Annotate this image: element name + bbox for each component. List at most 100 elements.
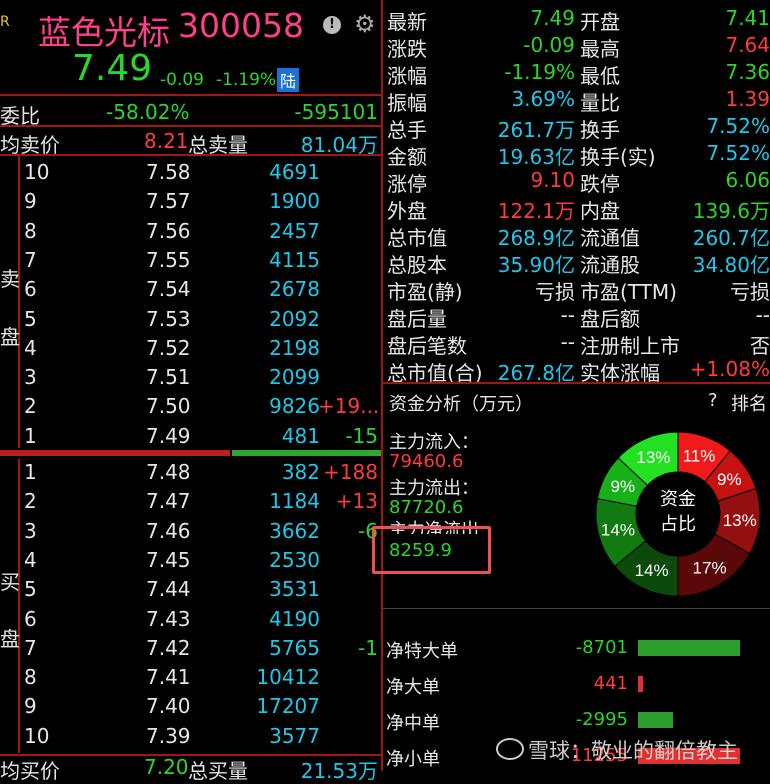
book-price: 7.46 bbox=[146, 518, 191, 543]
book-change: +19... bbox=[318, 394, 378, 419]
book-price: 7.56 bbox=[146, 218, 191, 243]
stat-value: 260.7亿 bbox=[692, 226, 770, 250]
inflow-value: 79460.6 bbox=[389, 451, 464, 472]
stat-value: 否 bbox=[750, 334, 770, 358]
sell-side-label-1: 卖 bbox=[0, 267, 20, 291]
stat-label: 总手 bbox=[387, 118, 427, 142]
book-price: 7.39 bbox=[146, 723, 191, 748]
flow-label: 净中单 bbox=[386, 713, 440, 734]
donut-slice-label: 9% bbox=[717, 470, 742, 489]
book-change: -1 bbox=[358, 635, 378, 660]
book-level: 9 bbox=[24, 694, 37, 719]
book-level: 6 bbox=[24, 277, 37, 302]
book-level: 2 bbox=[24, 489, 37, 514]
stat-label: 注册制上市 bbox=[580, 334, 680, 358]
book-price: 7.53 bbox=[146, 306, 191, 331]
book-volume: 5765 bbox=[269, 635, 320, 660]
book-volume: 382 bbox=[281, 460, 320, 484]
stat-label: 外盘 bbox=[387, 199, 427, 223]
watermark: 雪球：敬业的翻倍教主 bbox=[496, 735, 738, 765]
book-volume: 2092 bbox=[269, 306, 320, 331]
stat-value: 7.41 bbox=[725, 6, 770, 30]
stat-label: 最新 bbox=[387, 10, 427, 34]
book-level: 8 bbox=[24, 665, 37, 690]
stat-value: 7.52% bbox=[706, 114, 770, 138]
hk-connect-badge: 陆 bbox=[277, 68, 300, 92]
avg-sell-price: 8.21 bbox=[144, 129, 189, 153]
stat-value: 35.90亿 bbox=[497, 253, 575, 277]
book-price: 7.48 bbox=[146, 460, 191, 484]
stock-code: 300058 bbox=[178, 6, 304, 45]
book-price: 7.42 bbox=[146, 635, 191, 660]
stat-label: 流通值 bbox=[580, 226, 640, 250]
stat-value: 9.10 bbox=[530, 168, 575, 192]
book-change: -15 bbox=[345, 423, 378, 448]
book-change: +13 bbox=[335, 489, 378, 514]
book-level: 9 bbox=[24, 189, 37, 214]
donut-slice-label: 11% bbox=[683, 447, 716, 466]
gear-icon[interactable]: ⚙ bbox=[354, 12, 376, 36]
book-volume: 3662 bbox=[269, 518, 320, 543]
stat-label: 金额 bbox=[387, 145, 427, 169]
book-price: 7.51 bbox=[146, 365, 191, 390]
book-volume: 9826 bbox=[269, 394, 320, 419]
stat-value: +1.08% bbox=[689, 357, 770, 381]
help-icon[interactable]: ? bbox=[708, 390, 718, 411]
flow-value: -8701 bbox=[575, 637, 628, 658]
book-price: 7.49 bbox=[146, 423, 191, 448]
snowball-logo-icon bbox=[496, 738, 524, 760]
stat-value: 3.69% bbox=[511, 87, 575, 111]
highlight-box bbox=[372, 526, 491, 574]
stat-label: 振幅 bbox=[387, 91, 427, 115]
rank-button[interactable]: 排名 bbox=[731, 390, 767, 416]
stat-label: 市盈(静) bbox=[387, 280, 463, 304]
stat-value: 7.64 bbox=[725, 33, 770, 57]
book-price: 7.41 bbox=[146, 665, 191, 690]
stat-label: 最低 bbox=[580, 64, 620, 88]
book-volume: 3531 bbox=[269, 577, 320, 602]
donut-center-1: 资金 bbox=[660, 489, 696, 509]
donut-slice-label: 9% bbox=[610, 477, 635, 496]
book-volume: 2198 bbox=[269, 335, 320, 360]
stat-value: 268.9亿 bbox=[497, 226, 575, 250]
stat-value: 1.39 bbox=[725, 87, 770, 111]
stat-value: 亏损 bbox=[535, 280, 575, 304]
info-icon[interactable]: ! bbox=[323, 16, 341, 34]
donut-center-2: 占比 bbox=[660, 514, 696, 534]
donut-slice-label: 17% bbox=[693, 558, 727, 577]
stat-value: 7.36 bbox=[725, 60, 770, 84]
stat-label: 换手 bbox=[580, 118, 620, 142]
flow-value: 441 bbox=[593, 673, 628, 694]
book-volume: 10412 bbox=[256, 665, 320, 690]
book-volume: 2099 bbox=[269, 365, 320, 390]
book-level: 6 bbox=[24, 606, 37, 631]
book-level: 4 bbox=[24, 335, 37, 360]
book-level: 1 bbox=[24, 423, 37, 448]
capital-title: 资金分析（万元） bbox=[389, 394, 533, 415]
stat-value: 亏损 bbox=[730, 280, 770, 304]
flow-bar bbox=[638, 676, 643, 692]
book-level: 1 bbox=[24, 460, 37, 484]
book-price: 7.43 bbox=[146, 606, 191, 631]
stock-name: 蓝色光标 bbox=[38, 13, 170, 52]
buy-side-label-2: 盘 bbox=[0, 627, 20, 651]
book-level: 3 bbox=[24, 518, 37, 543]
flow-bar bbox=[638, 712, 673, 728]
stat-label: 流通股 bbox=[580, 253, 640, 277]
stat-label: 换手(实) bbox=[580, 145, 656, 169]
stat-value: 261.7万 bbox=[497, 118, 575, 142]
stat-value: -- bbox=[560, 303, 575, 327]
buy-strength-bar bbox=[232, 450, 382, 456]
book-level: 2 bbox=[24, 394, 37, 419]
book-volume: 4115 bbox=[269, 247, 320, 272]
book-volume: 2678 bbox=[269, 277, 320, 302]
stat-label: 涨幅 bbox=[387, 64, 427, 88]
outflow-value: 87720.6 bbox=[389, 497, 464, 518]
flow-value: -2995 bbox=[575, 709, 628, 730]
stat-value: 34.80亿 bbox=[692, 253, 770, 277]
book-price: 7.47 bbox=[146, 489, 191, 514]
stat-value: 7.52% bbox=[706, 141, 770, 165]
book-level: 5 bbox=[24, 577, 37, 602]
stat-label: 量比 bbox=[580, 91, 620, 115]
book-volume: 481 bbox=[281, 423, 320, 448]
